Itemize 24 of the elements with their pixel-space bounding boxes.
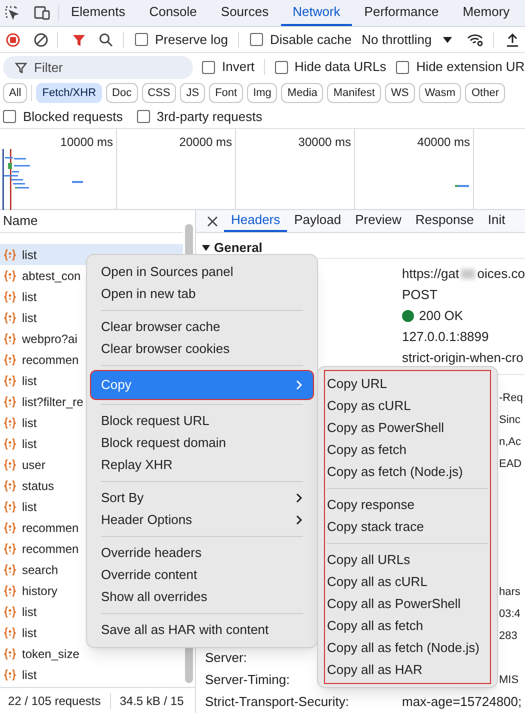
header-value: MIS xyxy=(499,672,519,688)
status-value: 200 OK xyxy=(419,306,464,325)
header-value: oices.co xyxy=(477,264,525,283)
header-value: POST xyxy=(402,286,438,304)
header-name: Server: xyxy=(205,650,247,666)
time-tick-label: 10000 ms xyxy=(60,134,113,148)
header-value: n,Ac xyxy=(499,434,522,450)
time-tick-label: 40000 ms xyxy=(417,134,470,148)
header-value: 283 xyxy=(499,628,518,644)
time-tick-label: 30000 ms xyxy=(298,134,351,148)
header-value: hars xyxy=(499,584,520,600)
header-name: Strict-Transport-Security: xyxy=(205,694,349,710)
transfer-size: 34.5 kB / 15 xyxy=(120,692,184,710)
header-value: EAD xyxy=(499,456,522,472)
header-value: https://gat xyxy=(402,264,460,283)
request-count: 22 / 105 requests xyxy=(8,692,101,710)
header-value: max-age=15724800; xyxy=(402,693,522,712)
header-value: Sinc xyxy=(499,412,520,428)
header-value: -Req xyxy=(499,390,523,406)
header-value: 127.0.0.1:8899 xyxy=(402,328,489,346)
header-value: strict-origin-when-cro xyxy=(402,348,524,367)
header-value: 03:4 xyxy=(499,606,520,622)
header-name: Server-Timing: xyxy=(205,672,290,688)
time-tick-label: 20000 ms xyxy=(179,134,232,148)
